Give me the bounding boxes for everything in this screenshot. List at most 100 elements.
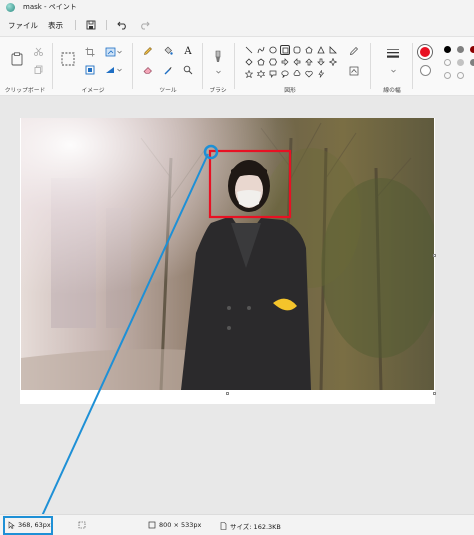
canvas-size: 800 × 533px (148, 521, 201, 529)
color-picker-icon[interactable] (162, 64, 174, 76)
rectangle-shape-icon[interactable] (280, 45, 290, 55)
right-arrow-shape-icon[interactable] (280, 57, 290, 67)
four-point-star-shape-icon[interactable] (328, 57, 338, 67)
copy-icon[interactable] (32, 63, 44, 75)
status-bar: 368, 63px 800 × 533px サイズ: 162.3KB (0, 514, 474, 535)
cloud-callout-shape-icon[interactable] (292, 69, 302, 79)
shape-style-group (340, 37, 366, 97)
menu-file[interactable]: ファイル (8, 20, 38, 31)
chevron-down-icon[interactable] (388, 65, 398, 77)
photo-scene (21, 118, 434, 390)
paint-app-icon (6, 2, 15, 12)
ribbon-separator (202, 43, 203, 89)
undo-icon[interactable] (115, 18, 129, 32)
hexagon-shape-icon[interactable] (268, 57, 278, 67)
magnifier-icon[interactable] (182, 64, 194, 76)
rounded-rect-shape-icon[interactable] (292, 45, 302, 55)
secondary-color-swatch[interactable] (420, 65, 431, 76)
file-size-text: サイズ: 162.3KB (230, 523, 281, 531)
chevron-down-icon[interactable] (212, 66, 224, 78)
polygon-shape-icon[interactable] (304, 45, 314, 55)
tools-group: A ツール (134, 37, 202, 97)
right-triangle-shape-icon[interactable] (328, 45, 338, 55)
paint-app: mask - ペイント ファイル 表示 クリップボード イメージ A ツール ブ… (0, 0, 474, 535)
ribbon-separator (234, 43, 235, 89)
triangle-shape-icon[interactable] (316, 45, 326, 55)
brush-icon[interactable] (212, 49, 224, 65)
image-group-label: イメージ (81, 88, 105, 94)
cut-icon[interactable] (32, 45, 44, 57)
rotate-icon[interactable] (104, 64, 116, 76)
ribbon-separator (52, 43, 53, 89)
line-shape-icon[interactable] (244, 45, 254, 55)
clipboard-group: クリップボード (0, 37, 50, 97)
file-size: サイズ: 162.3KB (220, 521, 281, 531)
outline-icon[interactable] (348, 45, 360, 57)
left-arrow-shape-icon[interactable] (292, 57, 302, 67)
colors-group (414, 37, 474, 97)
down-arrow-shape-icon[interactable] (316, 57, 326, 67)
lightning-shape-icon[interactable] (316, 69, 326, 79)
ribbon-toolbar: クリップボード イメージ A ツール ブラシ 図形 線の幅 (0, 36, 474, 96)
ribbon-separator (370, 43, 371, 89)
palette-color-gray[interactable] (457, 46, 464, 53)
size-group: 線の幅 (372, 37, 412, 97)
palette-color-black[interactable] (444, 46, 451, 53)
cursor-position-text: 368, 63px (18, 521, 51, 529)
palette-color-empty[interactable] (444, 59, 451, 66)
shapes-gallery (240, 43, 342, 79)
oval-callout-shape-icon[interactable] (280, 69, 290, 79)
five-point-star-shape-icon[interactable] (244, 69, 254, 79)
window-title: mask - ペイント (23, 3, 77, 11)
fill-style-icon[interactable] (348, 65, 360, 77)
text-icon[interactable]: A (182, 45, 194, 57)
select-icon[interactable] (60, 51, 76, 67)
resize-icon[interactable] (104, 46, 116, 58)
fill-icon[interactable] (162, 45, 174, 57)
file-icon (220, 522, 227, 530)
palette-color-empty[interactable] (444, 72, 451, 79)
heart-shape-icon[interactable] (304, 69, 314, 79)
menu-bar: ファイル 表示 (0, 14, 474, 36)
title-bar: mask - ペイント (0, 0, 474, 14)
selection-size (78, 521, 86, 529)
ribbon-separator (132, 43, 133, 89)
canvas-workspace (0, 96, 474, 514)
palette-color-empty[interactable] (457, 72, 464, 79)
palette-color-dark-red[interactable] (470, 46, 474, 53)
canvas-size-text: 800 × 533px (159, 521, 202, 529)
pentagon-shape-icon[interactable] (256, 57, 266, 67)
menu-separator (75, 20, 76, 30)
rect-callout-shape-icon[interactable] (268, 69, 278, 79)
image-group: イメージ (54, 37, 132, 97)
resize-handle-right[interactable] (433, 254, 436, 257)
oval-shape-icon[interactable] (268, 45, 278, 55)
redo-icon[interactable] (137, 18, 151, 32)
pointer-icon (8, 521, 15, 529)
chevron-down-icon[interactable] (116, 64, 122, 76)
pencil-icon[interactable] (142, 45, 154, 57)
save-icon[interactable] (84, 18, 98, 32)
crop-icon[interactable] (84, 46, 96, 58)
diamond-shape-icon[interactable] (244, 57, 254, 67)
resize-handle-bottom[interactable] (226, 392, 229, 395)
brushes-group-label: ブラシ (209, 88, 227, 94)
curve-shape-icon[interactable] (256, 45, 266, 55)
palette-color-mid-gray[interactable] (470, 59, 474, 66)
up-arrow-shape-icon[interactable] (304, 57, 314, 67)
eraser-icon[interactable] (142, 64, 154, 76)
primary-color-swatch[interactable] (418, 45, 432, 59)
photo-image[interactable] (21, 118, 434, 390)
line-width-icon[interactable] (386, 47, 400, 61)
paste-icon[interactable] (10, 51, 24, 67)
resize-handle-corner[interactable] (433, 392, 436, 395)
shapes-group-label: 図形 (284, 88, 296, 94)
chevron-down-icon[interactable] (116, 46, 122, 58)
size-group-label: 線の幅 (383, 88, 401, 94)
cursor-position: 368, 63px (8, 521, 51, 529)
menu-view[interactable]: 表示 (48, 20, 63, 31)
palette-color-light-gray[interactable] (457, 59, 464, 66)
canvas-size-icon (148, 521, 156, 529)
six-point-star-shape-icon[interactable] (256, 69, 266, 79)
image-select-icon[interactable] (84, 64, 96, 76)
